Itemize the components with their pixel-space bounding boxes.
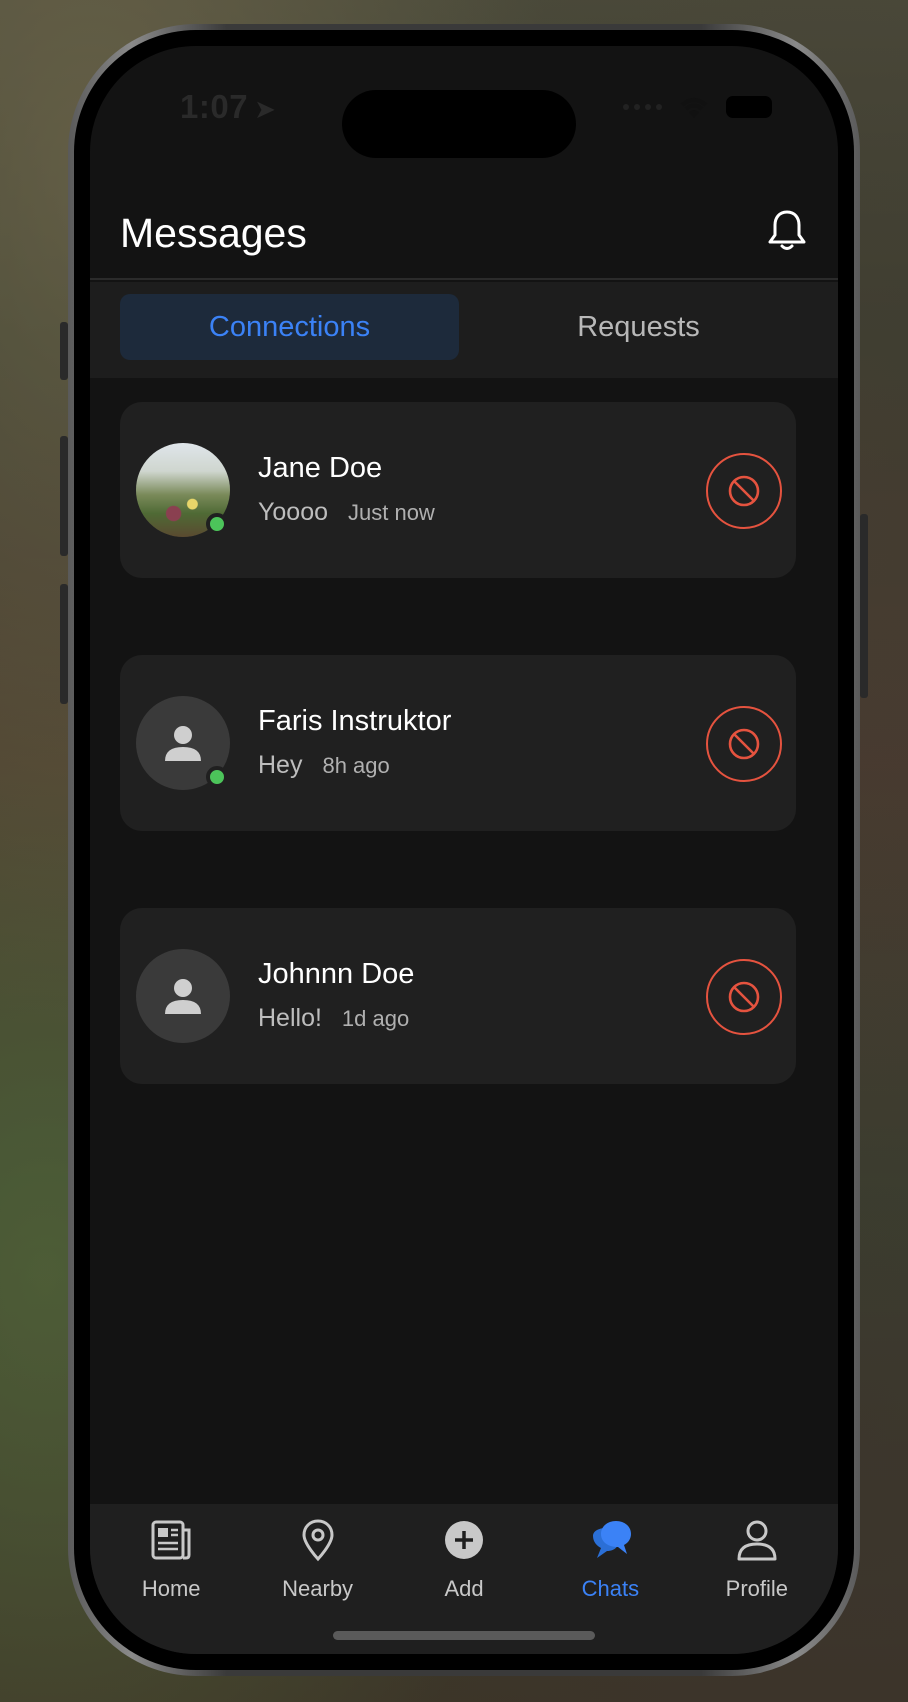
dynamic-island [342, 90, 576, 158]
online-status-dot [206, 766, 228, 788]
conversation-card[interactable]: Faris Instruktor Hey 8h ago [120, 655, 796, 831]
nav-label: Profile [725, 1576, 788, 1601]
contact-name: Johnnn Doe [258, 958, 415, 990]
conversation-card[interactable]: Jane Doe Yoooo Just now [120, 402, 796, 578]
last-message: Yoooo [258, 498, 328, 526]
plus-circle-icon [440, 1516, 488, 1564]
bottom-tab-bar: Home Nearby Add Chats Profile [90, 1504, 838, 1654]
contact-name: Jane Doe [258, 452, 383, 484]
message-time: 1d ago [341, 1006, 410, 1031]
user-icon [733, 1516, 781, 1564]
battery-icon [726, 96, 772, 118]
tab-connections[interactable]: Connections [120, 294, 459, 360]
newspaper-icon [147, 1516, 195, 1564]
action-button [60, 322, 68, 380]
avatar [136, 443, 230, 537]
block-icon [728, 981, 760, 1013]
nav-label: Chats [581, 1576, 640, 1601]
online-status-dot [206, 513, 228, 535]
message-preview: Hello! 1d ago [258, 1004, 409, 1033]
status-bar: 1:07 ➤ [90, 46, 838, 158]
chat-bubbles-icon [586, 1516, 634, 1564]
wifi-icon [680, 98, 708, 118]
app-screen: 1:07 ➤ Messages Connections Requests Jan… [90, 46, 838, 1654]
power-button [860, 514, 868, 698]
bell-icon [768, 210, 806, 250]
nav-label: Add [444, 1576, 484, 1601]
status-icons [623, 94, 772, 120]
block-icon [728, 728, 760, 760]
avatar [136, 696, 230, 790]
nav-label: Home [141, 1576, 201, 1601]
notifications-button[interactable] [766, 208, 808, 252]
block-icon [728, 475, 760, 507]
cellular-signal-icon [623, 104, 662, 110]
phone-frame: 1:07 ➤ Messages Connections Requests Jan… [68, 24, 860, 1676]
last-message: Hey [258, 751, 303, 779]
volume-down-button [60, 584, 68, 704]
status-time-text: 1:07 [180, 88, 249, 125]
message-time: Just now [348, 500, 435, 525]
map-pin-icon [294, 1516, 342, 1564]
avatar [136, 949, 230, 1043]
message-preview: Hey 8h ago [258, 751, 390, 780]
last-message: Hello! [258, 1004, 322, 1032]
contact-name: Faris Instruktor [258, 705, 452, 737]
tab-requests[interactable]: Requests [469, 294, 808, 360]
person-icon [136, 949, 230, 1043]
header: Messages [90, 156, 838, 280]
nav-label: Nearby [282, 1576, 354, 1601]
block-button[interactable] [706, 959, 782, 1035]
home-indicator[interactable] [333, 1631, 595, 1640]
segment-tabs: Connections Requests [90, 282, 838, 378]
nav-home[interactable]: Home [98, 1504, 244, 1654]
conversation-card[interactable]: Johnnn Doe Hello! 1d ago [120, 908, 796, 1084]
location-arrow-icon: ➤ [254, 94, 277, 124]
page-title: Messages [120, 210, 307, 256]
volume-up-button [60, 436, 68, 556]
message-preview: Yoooo Just now [258, 498, 435, 527]
nav-profile[interactable]: Profile [684, 1504, 830, 1654]
status-time: 1:07 ➤ [180, 88, 276, 126]
block-button[interactable] [706, 453, 782, 529]
message-time: 8h ago [322, 753, 390, 778]
block-button[interactable] [706, 706, 782, 782]
